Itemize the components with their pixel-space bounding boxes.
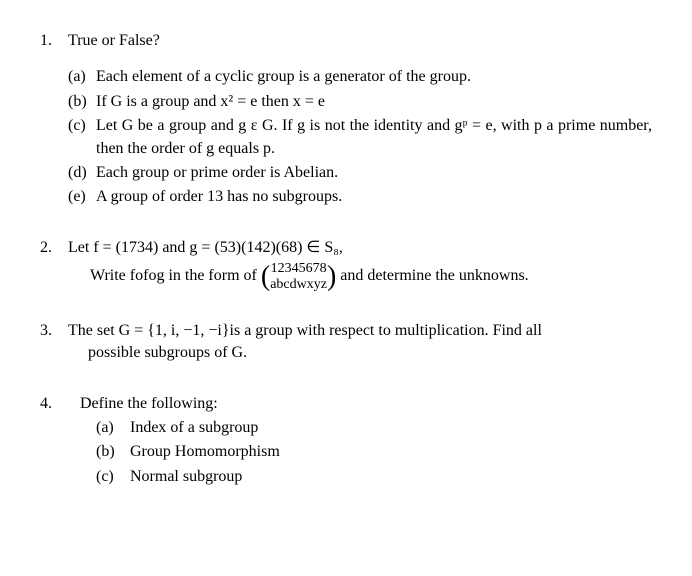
q1-sublist: (a) Each element of a cyclic group is a … xyxy=(40,66,652,208)
q1-text-e: A group of order 13 has no subgroups. xyxy=(96,186,652,208)
paren-left: ( xyxy=(261,263,270,291)
q2-line2: Write fofog in the form of ( 12345678 ab… xyxy=(40,261,652,292)
q3-line2: possible subgroups of G. xyxy=(40,342,652,364)
q1-item-d: (d) Each group or prime order is Abelian… xyxy=(68,162,652,184)
q4-item-c: (c) Normal subgroup xyxy=(96,466,652,488)
q3-line1: The set G = {1, i, −1, −i}is a group wit… xyxy=(68,320,652,342)
q1-label-d: (d) xyxy=(68,162,96,184)
q4-sublist: (a) Index of a subgroup (b) Group Homomo… xyxy=(40,417,652,488)
paren-right: ) xyxy=(327,263,336,291)
q4-text-b: Group Homomorphism xyxy=(130,441,280,463)
q1-label-e: (e) xyxy=(68,186,96,208)
q2-binom-bottom: abcdwxyz xyxy=(270,277,327,292)
q2-line1: Let f = (1734) and g = (53)(142)(68) ∈ S… xyxy=(68,237,652,259)
q1-label-c: (c) xyxy=(68,115,96,160)
q2-binom-top: 12345678 xyxy=(271,261,327,276)
q2-line2-pre: Write fofog in the form of xyxy=(90,265,257,287)
question-1: 1. True or False? (a) Each element of a … xyxy=(40,30,652,209)
q1-header: 1. True or False? xyxy=(40,30,652,52)
q3-header: 3. The set G = {1, i, −1, −i}is a group … xyxy=(40,320,652,342)
q4-label-c: (c) xyxy=(96,466,130,488)
q1-item-e: (e) A group of order 13 has no subgroups… xyxy=(68,186,652,208)
q1-label-a: (a) xyxy=(68,66,96,88)
q4-text-c: Normal subgroup xyxy=(130,466,242,488)
q4-text-a: Index of a subgroup xyxy=(130,417,258,439)
q4-item-b: (b) Group Homomorphism xyxy=(96,441,652,463)
question-4: 4. Define the following: (a) Index of a … xyxy=(40,393,652,489)
q4-number: 4. xyxy=(40,393,80,415)
q1-item-b: (b) If G is a group and x² = e then x = … xyxy=(68,91,652,113)
q1-text-b: If G is a group and x² = e then x = e xyxy=(96,91,652,113)
question-2: 2. Let f = (1734) and g = (53)(142)(68) … xyxy=(40,237,652,292)
q2-header: 2. Let f = (1734) and g = (53)(142)(68) … xyxy=(40,237,652,259)
q1-text-c: Let G be a group and g ε G. If g is not … xyxy=(96,115,652,160)
q2-number: 2. xyxy=(40,237,68,259)
q1-text-a: Each element of a cyclic group is a gene… xyxy=(96,66,652,88)
q2-line2-post: and determine the unknowns. xyxy=(340,265,528,287)
q4-item-a: (a) Index of a subgroup xyxy=(96,417,652,439)
q4-label-a: (a) xyxy=(96,417,130,439)
q2-binom-col: 12345678 abcdwxyz xyxy=(270,261,327,292)
q1-title: True or False? xyxy=(68,30,652,52)
q1-label-b: (b) xyxy=(68,91,96,113)
q1-number: 1. xyxy=(40,30,68,52)
q1-text-d: Each group or prime order is Abelian. xyxy=(96,162,652,184)
q2-binom: ( 12345678 abcdwxyz ) xyxy=(261,261,336,292)
q1-item-a: (a) Each element of a cyclic group is a … xyxy=(68,66,652,88)
q4-title: Define the following: xyxy=(80,393,652,415)
q4-header: 4. Define the following: xyxy=(40,393,652,415)
q1-item-c: (c) Let G be a group and g ε G. If g is … xyxy=(68,115,652,160)
question-3: 3. The set G = {1, i, −1, −i}is a group … xyxy=(40,320,652,365)
q3-number: 3. xyxy=(40,320,68,342)
q4-label-b: (b) xyxy=(96,441,130,463)
